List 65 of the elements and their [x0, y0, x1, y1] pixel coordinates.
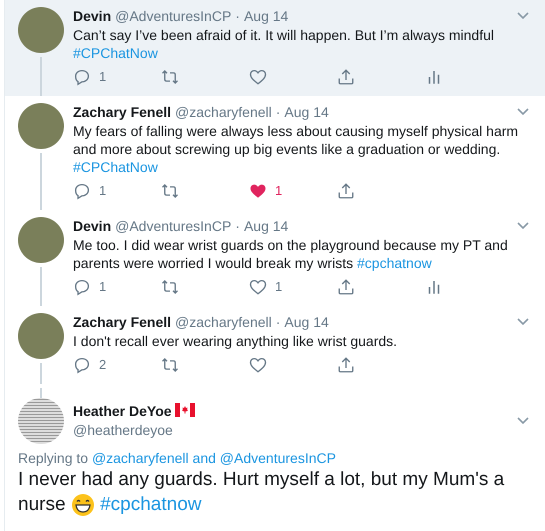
chevron-down-icon[interactable]	[516, 317, 530, 327]
user-handle[interactable]: @AdventuresInCP	[115, 7, 232, 25]
reply-icon[interactable]	[73, 68, 91, 86]
user-handle[interactable]: @zacharyfenell	[175, 313, 272, 331]
retweet-icon[interactable]	[161, 182, 179, 200]
display-name[interactable]: Zachary Fenell	[73, 313, 172, 331]
avatar[interactable]	[18, 217, 64, 263]
count-label: 1	[99, 182, 106, 200]
count-label: 2	[99, 356, 106, 374]
user-handle[interactable]: @zacharyfenell	[175, 103, 272, 121]
share-icon[interactable]	[337, 182, 355, 200]
count-label: 1	[275, 278, 282, 296]
tweet-date[interactable]: Aug 14	[284, 313, 329, 331]
share-icon[interactable]	[337, 68, 355, 86]
share-icon[interactable]	[337, 356, 355, 374]
retweet-icon[interactable]	[161, 68, 179, 86]
reply-icon[interactable]	[73, 356, 91, 374]
grinning-face-icon	[70, 492, 95, 517]
display-name[interactable]: Devin	[73, 217, 112, 235]
display-name[interactable]: Heather DeYoe	[73, 403, 172, 419]
chevron-down-icon[interactable]	[516, 416, 530, 426]
retweet-icon[interactable]	[161, 356, 179, 374]
display-name[interactable]: Zachary Fenell	[73, 103, 172, 121]
tweet-date[interactable]: Aug 14	[244, 7, 288, 25]
hashtag-link[interactable]: #CPChatNow	[73, 159, 158, 175]
mention-link[interactable]: @zacharyfenell	[92, 450, 189, 466]
hashtag-link[interactable]: #CPChatNow	[73, 45, 158, 61]
user-handle[interactable]: @heatherdeyoe	[73, 421, 516, 440]
tweet-text: Can’t say I’ve been afraid of it. It will happen. But I’m always mindful #CPChatNow	[73, 26, 495, 62]
mention-link[interactable]: and	[192, 450, 216, 466]
heart-outline-icon[interactable]	[249, 68, 267, 86]
hashtag-link[interactable]: #cpchatnow	[100, 494, 202, 515]
count-label: 1	[99, 68, 106, 86]
chevron-down-icon[interactable]	[516, 221, 530, 231]
heart-outline-icon[interactable]	[249, 278, 267, 296]
flag-icon	[175, 403, 196, 417]
tweet-text: Me too. I did wear wrist guards on the playground because my PT and parents were worried I would break my wrists #cpchatnow	[73, 236, 509, 272]
avatar[interactable]	[18, 313, 64, 359]
chevron-down-icon[interactable]	[516, 11, 530, 21]
reply-icon[interactable]	[73, 182, 91, 200]
separator-dot: ·	[235, 7, 240, 25]
display-name[interactable]: Devin	[73, 7, 112, 25]
count-label: 1	[99, 278, 106, 296]
tweet-text: My fears of falling were always less about causing myself physical harm and more about screwing up big events like a graduation or wedding. #CPChatNow	[73, 122, 520, 176]
user-handle[interactable]: @AdventuresInCP	[115, 217, 232, 235]
retweet-icon[interactable]	[161, 278, 179, 296]
tweet-text: I never had any guards. Hurt myself a lot, but my Mum's a nurse #cpchatnow	[18, 468, 506, 517]
reply-icon[interactable]	[73, 278, 91, 296]
hashtag-link[interactable]: #cpchatnow	[357, 255, 432, 271]
separator-dot: ·	[235, 217, 240, 235]
avatar[interactable]	[18, 7, 64, 53]
replying-to-text: Replying to @zacharyfenell and @AdventuresInCP	[18, 450, 337, 466]
tweet-date[interactable]: Aug 14	[284, 103, 329, 121]
separator-dot: ·	[276, 103, 280, 121]
avatar[interactable]	[18, 103, 64, 149]
share-icon[interactable]	[337, 278, 355, 296]
tweet-text: I don't recall ever wearing anything like wrist guards.	[73, 332, 398, 350]
heart-icon[interactable]	[249, 182, 267, 200]
heart-outline-icon[interactable]	[249, 356, 267, 374]
tweet-date[interactable]: Aug 14	[244, 217, 288, 235]
chevron-down-icon[interactable]	[516, 107, 530, 117]
avatar[interactable]	[18, 398, 64, 444]
mention-link[interactable]: @AdventuresInCP	[220, 450, 336, 466]
count-label: 1	[275, 182, 282, 200]
separator-dot: ·	[276, 313, 280, 331]
